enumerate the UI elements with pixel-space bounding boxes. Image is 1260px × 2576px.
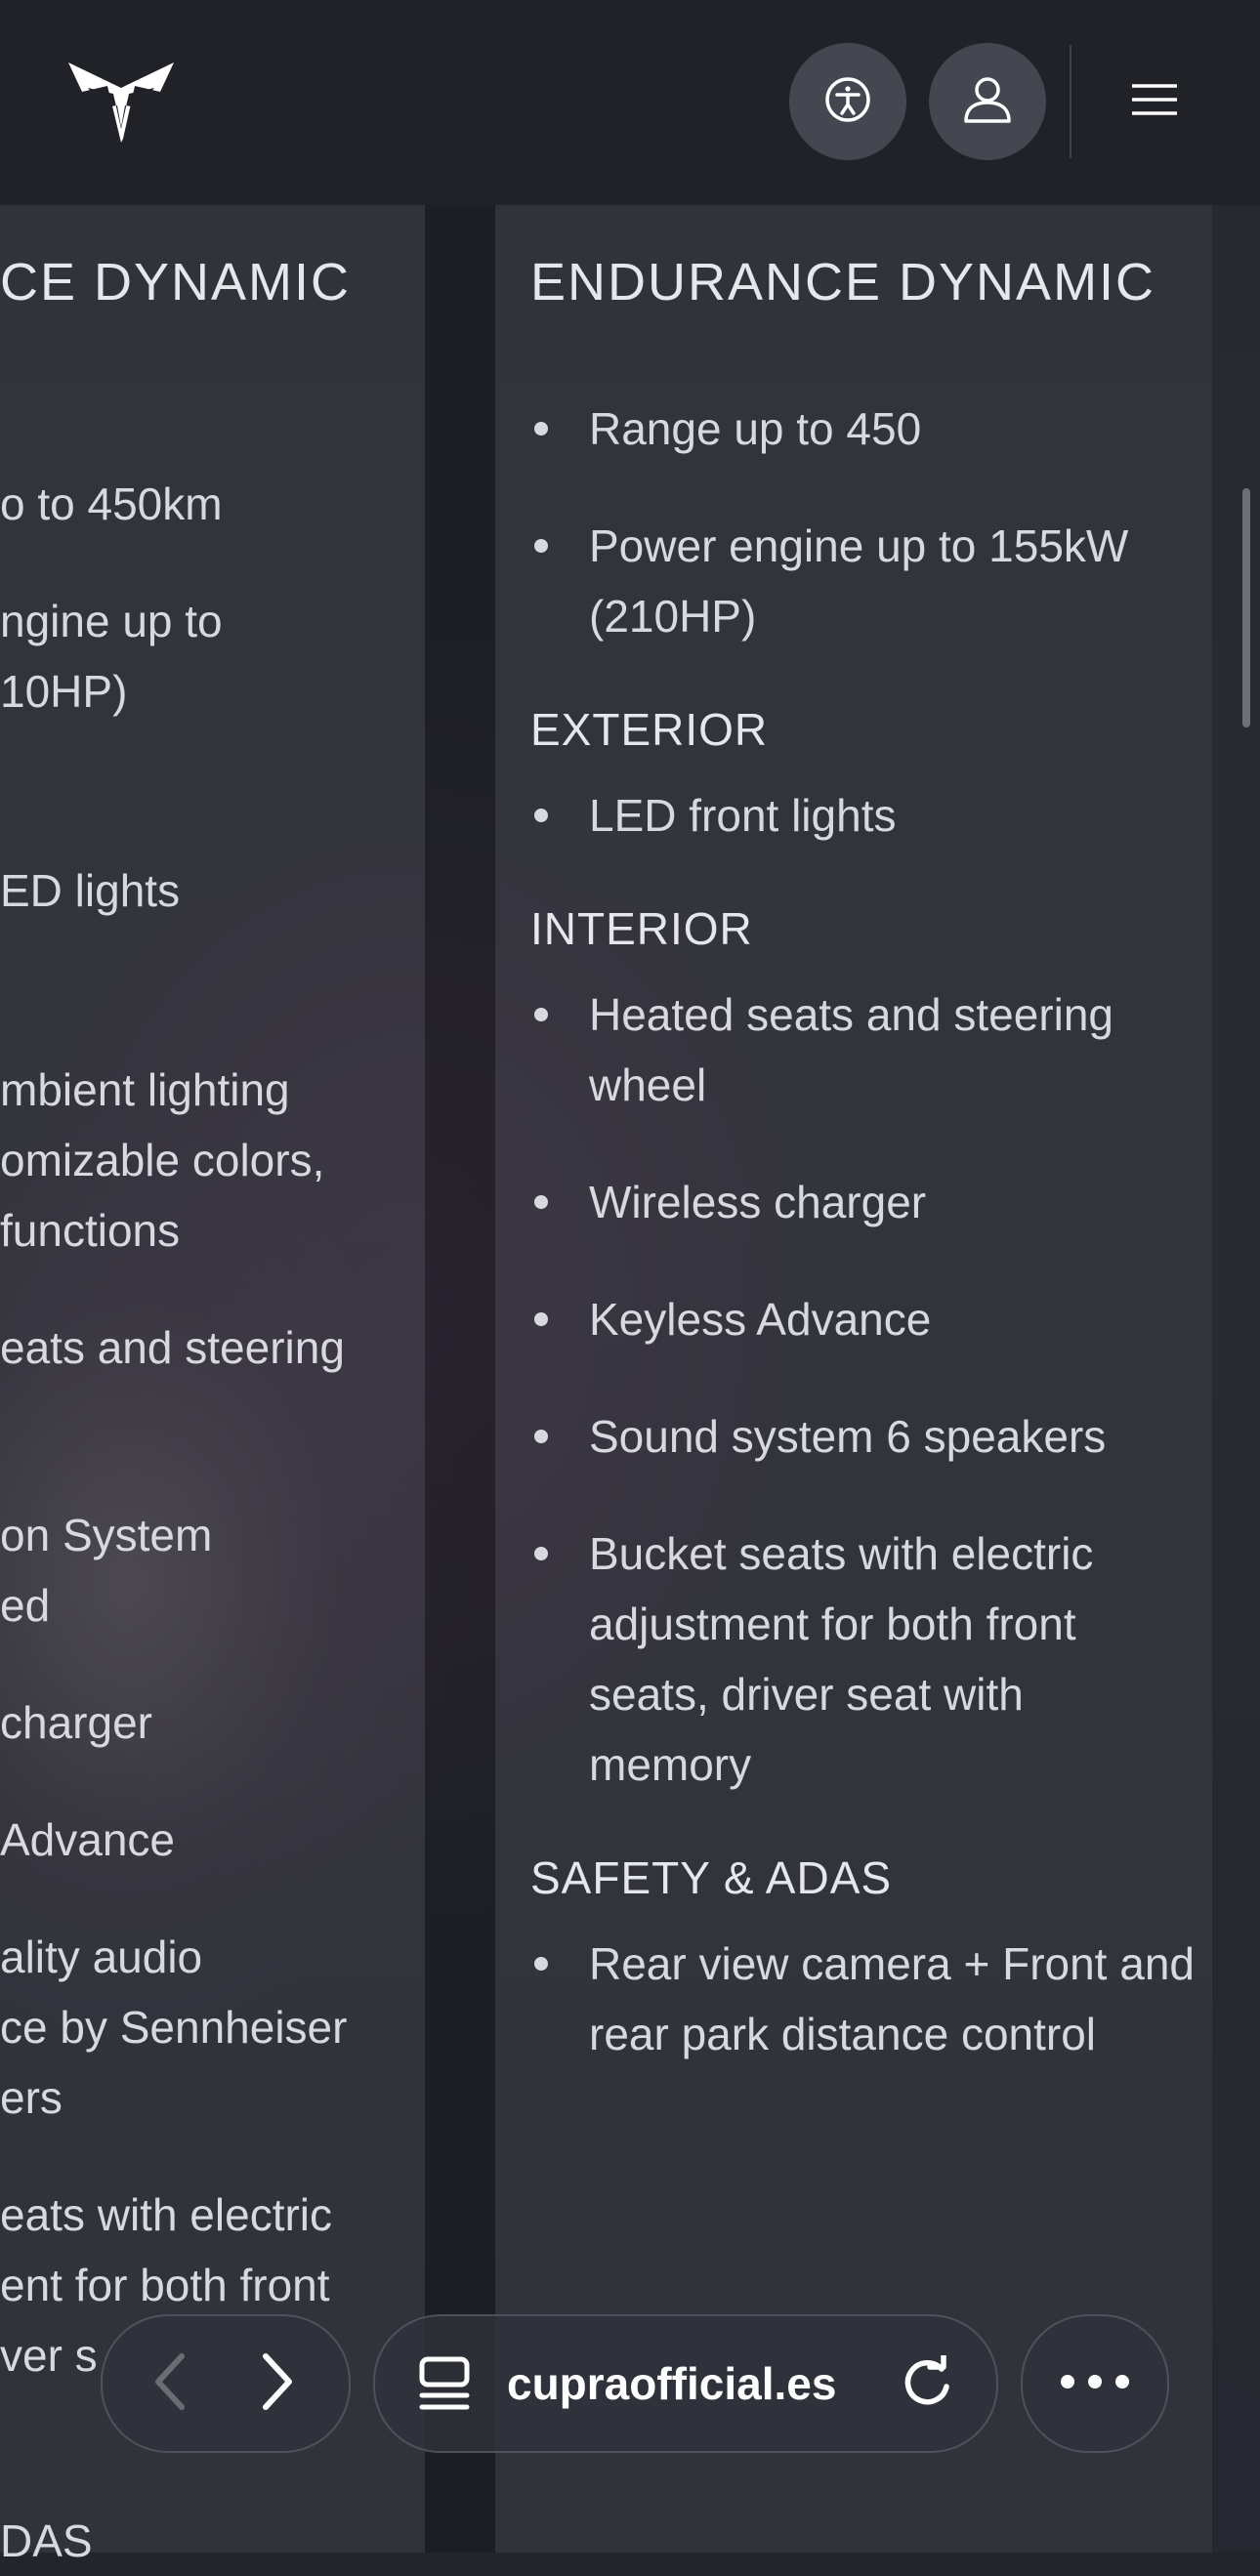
bullet-dot (534, 1547, 548, 1560)
menu-button[interactable] (1113, 59, 1196, 145)
header-divider (1070, 45, 1071, 158)
left-card-title: CE DYNAMIC (0, 253, 352, 312)
list-item: Rear view camera + Front and rear park d… (534, 1929, 1195, 2069)
chevron-right-icon (256, 2350, 299, 2418)
list-item: Wireless charger (534, 1167, 1195, 1237)
list-item-text: LED front lights (589, 790, 897, 841)
more-dots-icon (1060, 2374, 1130, 2394)
left-fragment: 10HP) (0, 666, 128, 717)
list-item: Keyless Advance (534, 1284, 1195, 1354)
accessibility-button[interactable] (789, 43, 906, 160)
section-heading-interior: INTERIOR (530, 903, 753, 954)
list-item: Sound system 6 speakers (534, 1401, 1195, 1472)
left-fragment: charger (0, 1697, 152, 1748)
left-fragment: ver s (0, 2330, 98, 2381)
tab-overview-icon[interactable] (416, 2355, 473, 2417)
list-item-text: Wireless charger (589, 1177, 927, 1227)
left-section-heading: DAS (0, 2515, 93, 2566)
history-nav (101, 2314, 351, 2453)
left-fragment: omizable colors, (0, 1135, 325, 1185)
left-fragment: on System (0, 1510, 213, 1560)
left-fragment: Advance (0, 1814, 176, 1865)
chevron-left-icon (148, 2350, 191, 2418)
cupra-logo-icon[interactable] (66, 59, 176, 143)
bullet-dot (534, 809, 548, 822)
left-fragment: mbient lighting (0, 1064, 290, 1115)
site-header (0, 0, 1260, 205)
list-item-text: Heated seats and steering wheel (589, 989, 1114, 1110)
left-fragment: functions (0, 1205, 181, 1256)
url-text[interactable]: cupraofficial.es (507, 2357, 836, 2410)
left-fragment: eats with electric (0, 2189, 333, 2240)
left-fragment: ent for both front (0, 2260, 330, 2310)
user-icon (960, 72, 1015, 132)
list-item: LED front lights (534, 780, 1195, 851)
list-item-text: Range up to 450 (589, 403, 922, 454)
bullet-dot (534, 1008, 548, 1021)
section-heading-safety: SAFETY & ADAS (530, 1852, 893, 1903)
list-item: Heated seats and steering wheel (534, 979, 1195, 1120)
address-bar[interactable]: cupraofficial.es (373, 2314, 998, 2453)
reload-icon[interactable] (899, 2350, 955, 2417)
left-fragment: ED lights (0, 865, 181, 916)
list-item-text: Bucket seats with electric adjustment fo… (589, 1528, 1094, 1790)
bullet-dot (534, 1957, 548, 1971)
bullet-dot (534, 422, 548, 436)
list-item-text: Rear view camera + Front and rear park d… (589, 1938, 1195, 2059)
bullet-dot (534, 539, 548, 553)
account-button[interactable] (929, 43, 1046, 160)
left-fragment: ce by Sennheiser (0, 2002, 348, 2053)
hamburger-menu-icon (1130, 82, 1179, 122)
bullet-dot (534, 1195, 548, 1209)
left-fragment: o to 450km (0, 478, 223, 529)
bullet-dot (534, 1430, 548, 1443)
scrollbar[interactable] (1242, 488, 1250, 727)
list-item-text: Power engine up to 155kW (210HP) (589, 520, 1129, 642)
list-item: Bucket seats with electric adjustment fo… (534, 1518, 1195, 1800)
back-button[interactable] (132, 2346, 208, 2422)
more-options-button[interactable] (1021, 2314, 1169, 2453)
accessibility-icon (824, 76, 871, 128)
forward-button[interactable] (239, 2346, 315, 2422)
list-item: Range up to 450 (534, 394, 1195, 464)
list-item-text: Keyless Advance (589, 1294, 932, 1345)
list-item-text: Sound system 6 speakers (589, 1411, 1107, 1462)
left-fragment: ed (0, 1580, 51, 1631)
list-item: Power engine up to 155kW (210HP) (534, 511, 1195, 651)
card-gap (425, 205, 495, 2553)
left-fragment: eats and steering (0, 1322, 345, 1373)
card-title: ENDURANCE DYNAMIC (530, 253, 1156, 312)
left-fragment: ality audio (0, 1932, 203, 1982)
section-heading-exterior: EXTERIOR (530, 704, 769, 755)
left-fragment: ngine up to (0, 596, 223, 646)
bullet-dot (534, 1312, 548, 1326)
left-fragment: ers (0, 2072, 63, 2123)
